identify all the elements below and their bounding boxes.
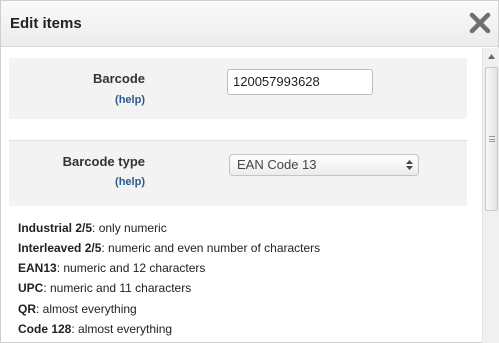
info-line-code128: Code 128: almost everything bbox=[18, 322, 172, 336]
info-desc: : numeric and 12 characters bbox=[56, 261, 206, 275]
info-name: Interleaved 2/5 bbox=[18, 241, 102, 255]
barcode-type-row: Barcode type (help) EAN Code 13 bbox=[9, 140, 467, 206]
close-x-icon bbox=[469, 12, 491, 34]
close-button[interactable] bbox=[467, 10, 493, 36]
dialog-titlebar: Edit items bbox=[1, 1, 498, 47]
info-desc: : almost everything bbox=[71, 322, 173, 336]
scrollbar-grip-icon bbox=[489, 136, 495, 142]
scroll-up-button[interactable] bbox=[483, 48, 499, 65]
info-name: UPC bbox=[18, 281, 44, 295]
edit-items-dialog: Edit items Barcode (help) 120057993628 B… bbox=[0, 0, 499, 343]
info-line-industrial: Industrial 2/5: only numeric bbox=[18, 221, 167, 235]
info-name: Industrial 2/5 bbox=[18, 221, 93, 235]
scrollbar-thumb[interactable] bbox=[485, 67, 498, 211]
barcode-label: Barcode bbox=[92, 71, 145, 86]
barcode-type-select[interactable]: EAN Code 13 bbox=[229, 154, 419, 176]
info-line-interleaved: Interleaved 2/5: numeric and even number… bbox=[18, 241, 320, 255]
info-desc: : numeric and even number of characters bbox=[101, 241, 321, 255]
barcode-row: Barcode (help) 120057993628 bbox=[9, 58, 467, 119]
barcode-help-link[interactable]: (help) bbox=[115, 94, 145, 106]
dialog-content: Barcode (help) 120057993628 Barcode type… bbox=[1, 48, 482, 343]
barcode-type-selected: EAN Code 13 bbox=[237, 157, 317, 172]
barcode-type-label: Barcode type bbox=[62, 154, 145, 169]
info-desc: : only numeric bbox=[92, 221, 167, 235]
info-desc: : almost everything bbox=[36, 302, 137, 316]
dialog-title: Edit items bbox=[10, 15, 82, 32]
barcode-input[interactable]: 120057993628 bbox=[227, 69, 373, 95]
info-desc: : numeric and 11 characters bbox=[43, 281, 192, 295]
barcode-type-help-link[interactable]: (help) bbox=[115, 176, 145, 188]
info-line-qr: QR: almost everything bbox=[18, 302, 137, 316]
info-line-ean13: EAN13: numeric and 12 characters bbox=[18, 261, 205, 275]
vertical-scrollbar[interactable] bbox=[482, 48, 499, 343]
info-name: EAN13 bbox=[18, 261, 57, 275]
info-line-upc: UPC: numeric and 11 characters bbox=[18, 281, 191, 295]
scroll-up-arrow-icon bbox=[488, 54, 495, 59]
info-name: Code 128 bbox=[18, 322, 72, 336]
select-updown-icon bbox=[406, 160, 413, 170]
info-name: QR bbox=[18, 302, 36, 316]
